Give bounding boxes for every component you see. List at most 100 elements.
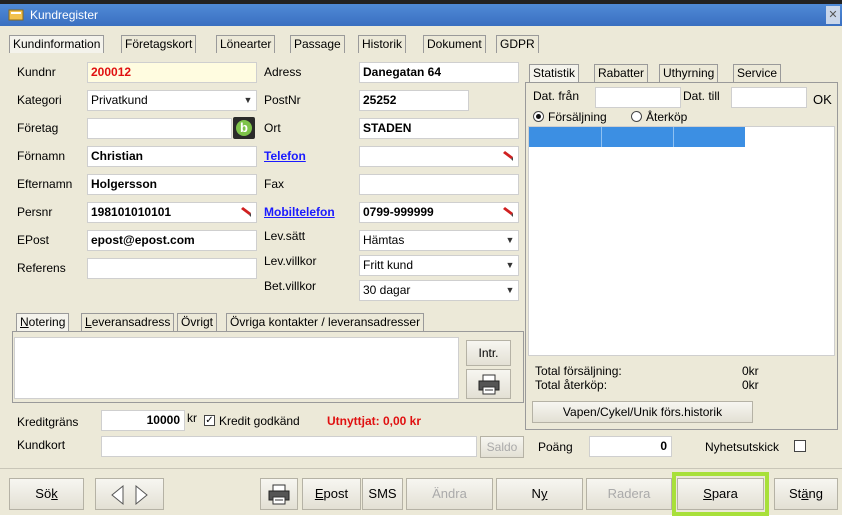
radio-forsaljning[interactable] xyxy=(533,111,544,122)
tab-foretagskort[interactable]: Företagskort xyxy=(121,35,197,53)
kundnr-label: Kundnr xyxy=(17,65,56,79)
levsatt-value: Hämtas xyxy=(363,233,405,247)
currency-label: kr xyxy=(187,411,197,425)
chevron-down-icon: ▼ xyxy=(505,260,515,270)
postnr-label: PostNr xyxy=(264,93,301,107)
mobiltelefon-value: 0799-999999 xyxy=(363,205,434,219)
tab-notering[interactable]: Notering xyxy=(16,313,70,331)
tab-dokument[interactable]: Dokument xyxy=(423,35,486,53)
tab-historik[interactable]: Historik xyxy=(358,35,407,53)
levsatt-select[interactable]: Hämtas ▼ xyxy=(359,230,519,251)
notes-textarea[interactable] xyxy=(14,337,459,399)
epost-button[interactable]: Epost xyxy=(302,478,361,510)
pencil-icon[interactable] xyxy=(502,206,514,218)
total-aterkop-value: 0kr xyxy=(742,378,759,392)
mobiltelefon-field[interactable]: 0799-999999 xyxy=(359,202,519,223)
fax-label: Fax xyxy=(264,177,285,191)
fornamn-field[interactable]: Christian xyxy=(87,146,257,167)
tab-rabatter[interactable]: Rabatter xyxy=(594,64,649,82)
tab-ovriga-kontakter[interactable]: Övriga kontakter / leveransadresser xyxy=(226,313,425,331)
kundkort-field[interactable] xyxy=(101,436,477,457)
tab-kundinformation[interactable]: Kundinformation xyxy=(9,35,105,53)
telefon-field[interactable] xyxy=(359,146,519,167)
kredit-godkand-label: Kredit godkänd xyxy=(219,414,300,428)
nyhetsutskick-label: Nyhetsutskick xyxy=(705,440,780,454)
spara-button[interactable]: Spara xyxy=(677,478,764,510)
toolbar-divider xyxy=(0,468,842,469)
telefon-link[interactable]: Telefon xyxy=(264,149,306,163)
stang-button[interactable]: Stäng xyxy=(774,478,838,510)
referens-label: Referens xyxy=(17,261,66,275)
kategori-select[interactable]: Privatkund ▼ xyxy=(87,90,257,111)
epost-label: EPost xyxy=(17,233,50,247)
printer-icon xyxy=(268,484,290,505)
kategori-value: Privatkund xyxy=(91,93,148,107)
postnr-field[interactable]: 25252 xyxy=(359,90,469,111)
vapen-historik-button[interactable]: Vapen/Cykel/Unik förs.historik xyxy=(532,401,753,423)
ort-label: Ort xyxy=(264,121,281,135)
efternamn-field[interactable]: Holgersson xyxy=(87,174,257,195)
nyhetsutskick-checkbox[interactable] xyxy=(794,440,806,452)
epost-field[interactable]: epost@epost.com xyxy=(87,230,257,251)
dat-till-field[interactable] xyxy=(731,87,807,108)
total-forsaljning-value: 0kr xyxy=(742,364,759,378)
tab-passage[interactable]: Passage xyxy=(290,35,345,53)
utnyttjat-text: Utnyttjat: 0,00 kr xyxy=(327,414,422,428)
title-bar: Kundregister ✕ xyxy=(0,4,842,26)
persnr-field[interactable]: 198101010101 xyxy=(87,202,257,223)
radera-button[interactable]: Radera xyxy=(586,478,672,510)
radio-aterkop-label: Återköp xyxy=(646,110,688,124)
ort-field[interactable]: STADEN xyxy=(359,118,519,139)
efternamn-label: Efternamn xyxy=(17,177,73,191)
app-icon xyxy=(8,9,24,21)
printer-icon xyxy=(478,374,499,395)
levvillkor-select[interactable]: Fritt kund ▼ xyxy=(359,255,519,276)
fornamn-label: Förnamn xyxy=(17,149,66,163)
poang-field[interactable]: 0 xyxy=(589,436,672,457)
tab-statistik[interactable]: Statistik xyxy=(529,64,580,82)
tab-lonearter[interactable]: Lönearter xyxy=(216,35,276,53)
pencil-icon[interactable] xyxy=(240,206,252,218)
levvillkor-value: Fritt kund xyxy=(363,258,414,272)
selected-row[interactable] xyxy=(529,127,745,147)
chevron-down-icon: ▼ xyxy=(243,95,253,105)
tab-uthyrning[interactable]: Uthyrning xyxy=(659,64,719,82)
tab-leveransadress[interactable]: Leveransadress xyxy=(81,313,175,331)
kundnr-field[interactable]: 200012 xyxy=(87,62,257,83)
sok-button[interactable]: Sök xyxy=(9,478,84,510)
arrow-left-icon[interactable] xyxy=(108,484,128,506)
tab-gdpr[interactable]: GDPR xyxy=(496,35,539,53)
kreditgrans-field[interactable]: 10000 xyxy=(101,410,185,431)
dat-fran-field[interactable] xyxy=(595,87,681,108)
poang-label: Poäng xyxy=(538,440,573,454)
foretag-field[interactable] xyxy=(87,118,232,139)
kategori-label: Kategori xyxy=(17,93,62,107)
tab-service[interactable]: Service xyxy=(733,64,782,82)
close-window-icon[interactable]: ✕ xyxy=(826,6,840,24)
foretag-label: Företag xyxy=(17,121,59,135)
saldo-button[interactable]: Saldo xyxy=(480,436,524,458)
andra-button[interactable]: Ändra xyxy=(406,478,493,510)
adress-field[interactable]: Danegatan 64 xyxy=(359,62,519,83)
persnr-value: 198101010101 xyxy=(91,205,172,219)
ok-button[interactable]: OK xyxy=(813,92,832,107)
kredit-godkand-checkbox[interactable]: ✓ xyxy=(204,415,215,426)
fax-field[interactable] xyxy=(359,174,519,195)
referens-field[interactable] xyxy=(87,258,257,279)
levsatt-label: Lev.sätt xyxy=(264,229,306,243)
pencil-icon[interactable] xyxy=(502,150,514,162)
dat-fran-label: Dat. från xyxy=(533,89,580,103)
intr-button[interactable]: Intr. xyxy=(466,340,511,366)
print-notes-button[interactable] xyxy=(466,369,511,399)
radio-aterkop[interactable] xyxy=(631,111,642,122)
total-aterkop-label: Total återköp: xyxy=(535,378,608,392)
tab-ovrigt[interactable]: Övrigt xyxy=(177,313,218,331)
ny-button[interactable]: Ny xyxy=(496,478,583,510)
print-button[interactable] xyxy=(260,478,298,510)
mobiltelefon-link[interactable]: Mobiltelefon xyxy=(264,205,335,219)
arrow-right-icon[interactable] xyxy=(131,484,151,506)
sms-button[interactable]: SMS xyxy=(362,478,403,510)
statistics-list[interactable] xyxy=(528,126,835,356)
betvillkor-select[interactable]: 30 dagar ▼ xyxy=(359,280,519,301)
company-lookup-icon[interactable]: b xyxy=(233,117,255,139)
